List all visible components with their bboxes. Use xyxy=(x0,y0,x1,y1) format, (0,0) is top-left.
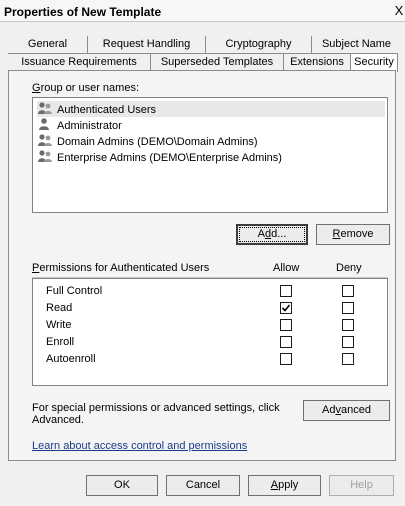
deny-checkbox[interactable] xyxy=(342,336,354,348)
ok-button[interactable]: OK xyxy=(86,475,158,496)
list-item-label: Administrator xyxy=(57,120,122,132)
tab-issuance-requirements[interactable]: Issuance Requirements xyxy=(8,54,150,71)
list-item[interactable]: Administrator xyxy=(37,117,385,133)
add-button[interactable]: Add... xyxy=(236,224,308,245)
permission-row: Read xyxy=(33,300,387,316)
permission-row: Write xyxy=(33,317,387,333)
allow-checkbox[interactable] xyxy=(280,336,292,348)
user-icon xyxy=(37,117,53,131)
users-group-icon xyxy=(37,133,53,147)
permission-row: Full Control xyxy=(33,283,387,299)
list-item[interactable]: Domain Admins (DEMO\Domain Admins) xyxy=(37,133,385,149)
permission-name: Autoenroll xyxy=(46,353,96,365)
allow-checkbox[interactable] xyxy=(280,353,292,365)
users-group-icon xyxy=(37,101,53,115)
permission-name: Enroll xyxy=(46,336,75,348)
deny-checkbox[interactable] xyxy=(342,319,354,331)
deny-checkbox[interactable] xyxy=(342,353,354,365)
permission-row: Autoenroll xyxy=(33,351,387,367)
allow-checkbox[interactable] xyxy=(280,285,292,297)
list-item[interactable]: Authenticated Users xyxy=(37,101,385,117)
permission-name: Read xyxy=(46,302,73,314)
permission-name: Write xyxy=(46,319,72,331)
properties-dialog: Properties of New Template X General Req… xyxy=(0,0,405,506)
group-user-list[interactable]: Authenticated Users Administrator Domain… xyxy=(32,97,388,213)
list-item-label: Domain Admins (DEMO\Domain Admins) xyxy=(57,136,258,148)
deny-checkbox[interactable] xyxy=(342,285,354,297)
deny-column-label: Deny xyxy=(336,262,362,274)
remove-button[interactable]: Remove xyxy=(316,224,390,245)
tab-extensions[interactable]: Extensions xyxy=(283,54,350,71)
permissions-list: Full Control Read Write Enroll Autoenrol… xyxy=(32,278,388,386)
deny-checkbox[interactable] xyxy=(342,302,354,314)
tab-request-handling[interactable]: Request Handling xyxy=(87,36,205,53)
permission-name: Full Control xyxy=(46,285,103,297)
users-group-icon xyxy=(37,149,53,163)
group-list-label: Group or user names: xyxy=(32,82,139,94)
tab-superseded-templates[interactable]: Superseded Templates xyxy=(150,54,283,71)
special-permissions-text-2: Advanced. xyxy=(32,414,84,426)
allow-checkbox[interactable] xyxy=(280,319,292,331)
tab-cryptography[interactable]: Cryptography xyxy=(205,36,311,53)
close-icon[interactable]: X xyxy=(393,3,405,18)
checkmark-icon xyxy=(281,304,291,312)
window-title: Properties of New Template xyxy=(4,5,162,19)
tab-subject-name[interactable]: Subject Name xyxy=(311,36,401,53)
title-bar: Properties of New Template X xyxy=(0,0,405,22)
learn-more-link[interactable]: Learn about access control and permissio… xyxy=(32,440,247,452)
help-button[interactable]: Help xyxy=(329,475,394,496)
tab-general[interactable]: General xyxy=(8,36,87,53)
permission-row: Enroll xyxy=(33,334,387,350)
advanced-button[interactable]: Advanced xyxy=(303,400,390,421)
apply-button[interactable]: Apply xyxy=(248,475,321,496)
permissions-header: Permissions for Authenticated Users Allo… xyxy=(32,260,388,278)
permissions-label: Permissions for Authenticated Users xyxy=(32,262,210,274)
list-item[interactable]: Enterprise Admins (DEMO\Enterprise Admin… xyxy=(37,149,385,165)
tab-row-2: Issuance Requirements Superseded Templat… xyxy=(8,53,398,72)
cancel-button[interactable]: Cancel xyxy=(166,475,240,496)
list-item-label: Authenticated Users xyxy=(57,104,157,116)
allow-checkbox[interactable] xyxy=(280,302,292,314)
list-item-label: Enterprise Admins (DEMO\Enterprise Admin… xyxy=(57,152,282,164)
special-permissions-text-1: For special permissions or advanced sett… xyxy=(32,402,280,414)
allow-column-label: Allow xyxy=(273,262,300,274)
